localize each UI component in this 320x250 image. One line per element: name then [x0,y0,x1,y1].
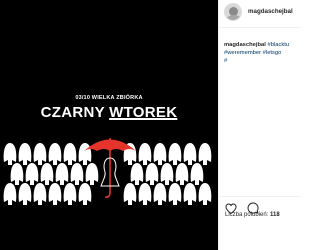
head-silhouette [153,183,167,205]
post-subtitle: 03/10 WIELKA ZBIÓRKA [75,95,143,101]
avatar[interactable] [224,3,242,21]
hashtag-link[interactable]: #weremember [224,50,261,56]
head-silhouette [25,163,39,185]
head-silhouette [138,143,152,165]
head-silhouette [160,163,174,185]
post-title-part2: WTOREK [109,104,178,121]
head-silhouette [3,143,17,165]
head-silhouette [78,183,92,205]
head-silhouette [153,143,167,165]
head-silhouette [145,163,159,185]
head-silhouette [85,163,99,185]
likes-count[interactable]: Liczba polubień: 118 [225,212,280,218]
head-silhouette [190,163,204,185]
head-silhouette [33,143,47,165]
username-link[interactable]: magdaschejbal [248,8,293,15]
head-silhouette [33,183,47,205]
head-silhouette [198,143,212,165]
head-silhouette [63,183,77,205]
hashtag-link[interactable]: #blacktu [268,42,290,48]
head-silhouette [18,143,32,165]
post-title: CZARNY WTOREK [0,104,218,121]
post-header: magdaschejbal [219,0,301,28]
head-silhouette [10,163,24,185]
head-silhouette [63,143,77,165]
head-silhouette [78,143,92,165]
head-silhouette [183,183,197,205]
head-silhouette [130,163,144,185]
head-silhouette [40,163,54,185]
instagram-post-view: 03/10 WIELKA ZBIÓRKA CZARNY WTOREK magda… [0,0,301,250]
post-image[interactable]: 03/10 WIELKA ZBIÓRKA CZARNY WTOREK [0,0,218,250]
head-silhouette [168,143,182,165]
head-silhouette [183,143,197,165]
head-silhouette [48,183,62,205]
head-silhouette [48,143,62,165]
likes-label: Liczba polubień: [225,212,269,218]
hashtag-link[interactable]: #letsgo [263,50,282,56]
head-silhouette [70,163,84,185]
likes-number: 118 [270,212,280,218]
post-sidebar: magdaschejbal magdaschejbal #blacktu #we… [218,0,301,250]
head-silhouette [3,183,17,205]
head-silhouette [55,163,69,185]
caption-username[interactable]: magdaschejbal [224,42,266,48]
hashtag-link[interactable]: # [224,58,227,64]
head-silhouette [168,183,182,205]
head-silhouette [198,183,212,205]
head-silhouette [123,183,137,205]
crowd-illustration [3,138,212,205]
caption: magdaschejbal #blacktu #weremember #lets… [224,41,301,65]
head-silhouette [18,183,32,205]
post-title-part1: CZARNY [40,104,110,121]
head-silhouette [175,163,189,185]
head-silhouette [138,183,152,205]
